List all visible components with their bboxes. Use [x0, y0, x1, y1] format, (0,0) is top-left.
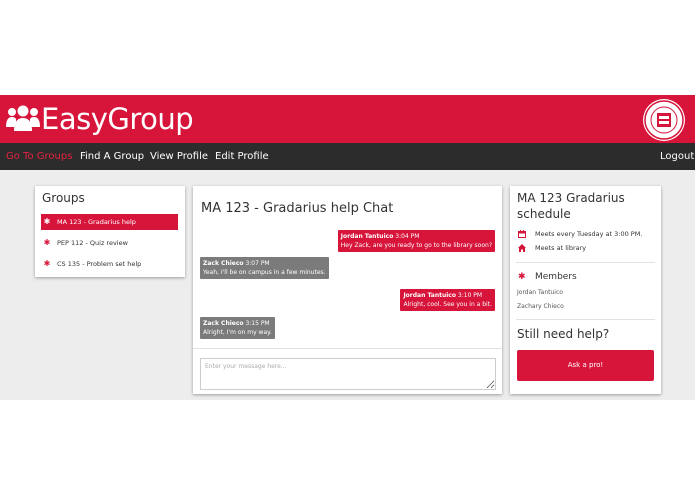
main-nav: Go To Groups Find A Group View Profile E…	[0, 143, 695, 170]
logout-link[interactable]: Logout	[660, 143, 694, 170]
help-title: Still need help?	[517, 327, 610, 341]
schedule-panel: MA 123 Gradarius schedule Meets every Tu…	[510, 186, 661, 394]
message-time: 3:07 PM	[245, 260, 270, 267]
nav-edit-profile[interactable]: Edit Profile	[215, 143, 269, 170]
group-item-pep112[interactable]: ✱ PEP 112 - Quiz review	[41, 235, 178, 251]
member-item: Jordan Tantuico	[517, 289, 563, 296]
group-item-ma123[interactable]: ✱ MA 123 - Gradarius help	[41, 214, 178, 230]
meeting-time: Meets every Tuesday at 3:00 PM.	[535, 230, 643, 238]
chat-message: Jordan Tantuico 3:10 PM Alright, cool. S…	[400, 289, 495, 311]
asterisk-icon: ✱	[43, 217, 51, 226]
message-time: 3:10 PM	[457, 292, 483, 299]
home-icon	[518, 244, 526, 252]
message-text: Yeah, I'll be on campus in a few minutes…	[203, 269, 326, 276]
nav-find-a-group[interactable]: Find A Group	[80, 143, 144, 170]
message-text: Hey Zack, are you ready to go to the lib…	[340, 242, 492, 249]
chat-message: Zack Chieco 3:07 PM Yeah, I'll be on cam…	[200, 257, 329, 279]
message-author: Zack Chieco	[203, 320, 244, 327]
message-author: Jordan Tantuico	[403, 292, 456, 299]
asterisk-icon: ✱	[43, 238, 51, 247]
message-author: Jordan Tantuico	[340, 233, 394, 240]
group-item-label: PEP 112 - Quiz review	[57, 239, 128, 247]
group-people-icon	[6, 105, 40, 131]
ask-a-pro-button[interactable]: Ask a pro!	[517, 350, 654, 381]
message-time: 3:15 PM	[245, 320, 270, 327]
members-title: Members	[535, 272, 577, 282]
nav-view-profile[interactable]: View Profile	[150, 143, 208, 170]
chat-title: MA 123 - Gradarius help Chat	[201, 201, 394, 216]
nav-go-to-groups[interactable]: Go To Groups	[6, 143, 72, 170]
groups-panel: Groups ✱ MA 123 - Gradarius help ✱ PEP 1…	[35, 186, 185, 277]
divider	[193, 348, 502, 349]
university-seal-icon	[643, 99, 685, 141]
meeting-place: Meets at library	[535, 244, 587, 252]
divider	[516, 319, 655, 320]
message-text: Alright, I'm on my way.	[203, 329, 272, 336]
schedule-title: MA 123 Gradarius schedule	[517, 191, 625, 221]
message-time: 3:04 PM	[395, 233, 420, 240]
group-item-cs135[interactable]: ✱ CS 135 - Problem set help	[41, 256, 178, 272]
groups-title: Groups	[42, 191, 85, 205]
header: EasyGroup	[0, 95, 695, 143]
divider	[516, 262, 655, 263]
chat-panel: MA 123 - Gradarius help Chat Jordan Tant…	[193, 186, 502, 394]
chat-message: Zack Chieco 3:15 PM Alright, I'm on my w…	[200, 317, 275, 339]
message-text: Alright, cool. See you in a bit.	[403, 301, 492, 308]
asterisk-icon: ✱	[43, 259, 51, 268]
asterisk-icon: ✱	[518, 272, 526, 282]
calendar-icon	[518, 230, 526, 238]
app-root: EasyGroup Go To Groups Find A Group View…	[0, 95, 695, 400]
message-input[interactable]	[200, 358, 496, 390]
group-item-label: MA 123 - Gradarius help	[57, 218, 136, 226]
chat-message: Jordan Tantuico 3:04 PM Hey Zack, are yo…	[337, 230, 495, 252]
message-author: Zack Chieco	[203, 260, 244, 267]
group-item-label: CS 135 - Problem set help	[57, 260, 142, 268]
member-item: Zachary Chieco	[517, 303, 564, 310]
app-title[interactable]: EasyGroup	[41, 101, 194, 137]
